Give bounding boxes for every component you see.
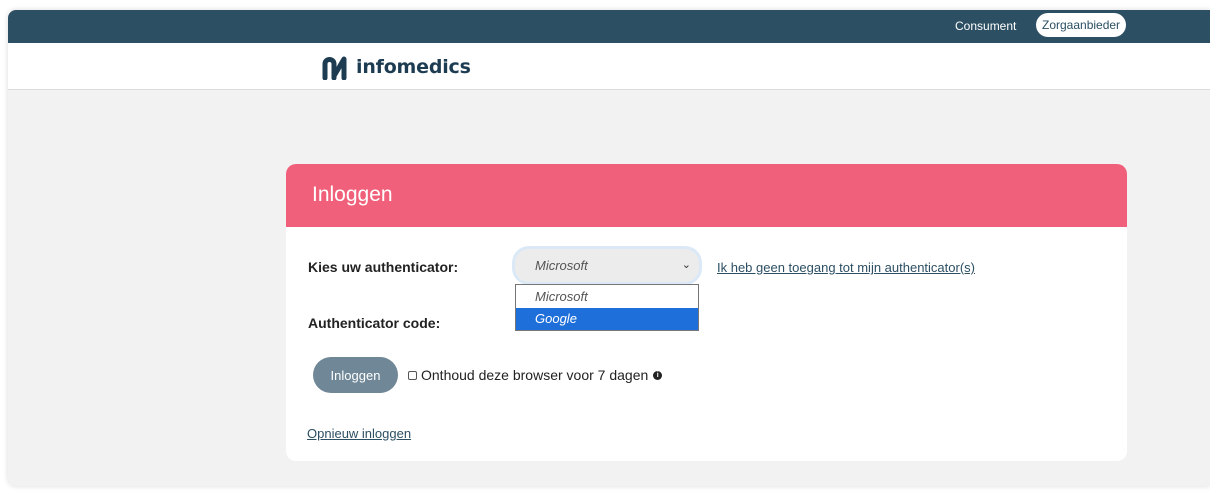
login-title: Inloggen <box>312 183 393 206</box>
remember-browser-checkbox[interactable] <box>408 370 417 380</box>
option-google[interactable]: Google <box>516 308 698 330</box>
login-card-header: Inloggen <box>286 164 1127 227</box>
option-microsoft[interactable]: Microsoft <box>516 286 698 308</box>
info-icon[interactable]: i <box>653 370 663 380</box>
login-button[interactable]: Inloggen <box>313 357 398 393</box>
provider-toggle-button[interactable]: Zorgaanbieder <box>1036 13 1127 37</box>
top-navigation-bar: Consument Zorgaanbieder <box>8 10 1210 43</box>
remember-browser-row: Onthoud deze browser voor 7 dagen i <box>408 367 663 383</box>
authenticator-select[interactable]: Microsoft ⌄ <box>515 249 699 282</box>
authenticator-code-label: Authenticator code: <box>308 315 441 331</box>
login-card: Inloggen Kies uw authenticator: Microsof… <box>286 164 1127 461</box>
chevron-down-icon: ⌄ <box>681 259 691 271</box>
brand-name: infomedics <box>356 56 471 78</box>
no-access-link[interactable]: Ik heb geen toegang tot mijn authenticat… <box>717 260 975 275</box>
authenticator-dropdown-list: Microsoft Google <box>515 284 699 331</box>
site-header: infomedics <box>8 43 1210 90</box>
consumer-link[interactable]: Consument <box>955 19 1016 33</box>
authenticator-selected-value: Microsoft <box>535 258 588 273</box>
infomedics-logo[interactable]: infomedics <box>322 53 471 81</box>
browser-viewport: Consument Zorgaanbieder infomedics Inlog… <box>8 10 1210 486</box>
remember-browser-label[interactable]: Onthoud deze browser voor 7 dagen <box>421 367 648 383</box>
infomedics-logo-icon <box>322 56 347 80</box>
relogin-link[interactable]: Opnieuw inloggen <box>307 426 411 441</box>
authenticator-label: Kies uw authenticator: <box>308 259 459 275</box>
